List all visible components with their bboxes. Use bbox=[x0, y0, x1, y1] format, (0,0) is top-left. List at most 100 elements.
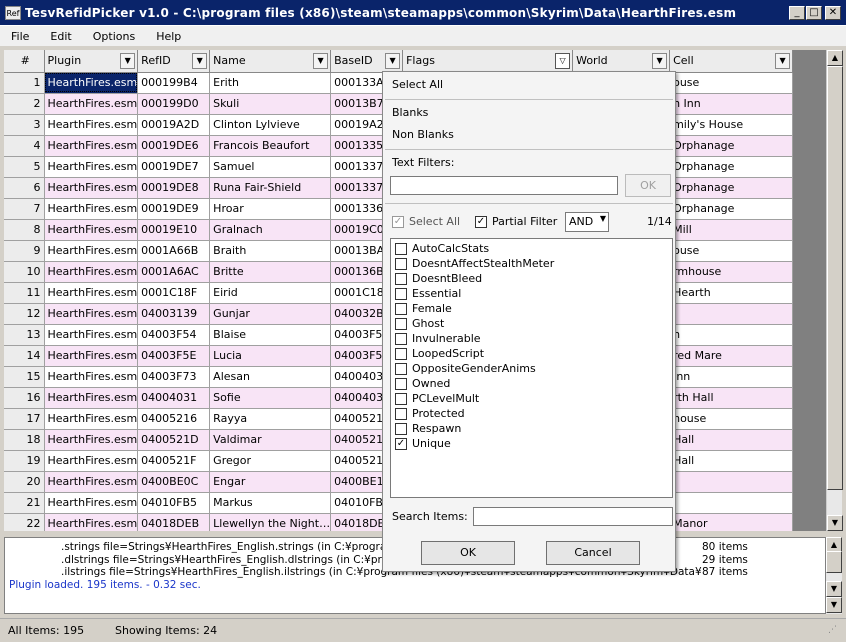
cell-refid[interactable]: 04003F5E bbox=[137, 345, 211, 367]
select-all-checkbox[interactable]: ✓ Select All bbox=[392, 215, 460, 228]
partial-filter-checkbox[interactable]: ✓ Partial Filter bbox=[475, 215, 557, 228]
checkbox-empty-icon[interactable] bbox=[395, 318, 407, 330]
cell-refid[interactable]: 04018DEB bbox=[137, 513, 211, 531]
ok-button[interactable]: OK bbox=[421, 541, 515, 565]
cell-name[interactable]: Engar bbox=[209, 471, 332, 493]
cell-refid[interactable]: 0001A6AC bbox=[137, 261, 211, 283]
cell-refid[interactable]: 0001C18F bbox=[137, 282, 211, 304]
cell-refid[interactable]: 0001A66B bbox=[137, 240, 211, 262]
cell-plugin[interactable]: HearthFires.esm bbox=[44, 240, 139, 262]
scroll-thumb[interactable] bbox=[827, 66, 843, 490]
chevron-down-icon[interactable]: ▼ bbox=[775, 53, 791, 69]
search-items-input[interactable] bbox=[473, 507, 673, 526]
row-number[interactable]: 15 bbox=[4, 366, 45, 388]
row-number[interactable]: 19 bbox=[4, 450, 45, 472]
cell-cell[interactable]: rmhouse bbox=[669, 261, 794, 283]
checkbox-empty-icon[interactable] bbox=[395, 408, 407, 420]
flag-item[interactable]: Essential bbox=[391, 286, 672, 301]
cell-cell[interactable] bbox=[669, 471, 794, 493]
close-button[interactable]: ✕ bbox=[825, 6, 841, 20]
cell-name[interactable]: Llewellyn the Night… bbox=[209, 513, 332, 531]
cell-cell[interactable]: n Inn bbox=[669, 93, 794, 115]
cell-name[interactable]: Eirid bbox=[209, 282, 332, 304]
flag-item[interactable]: OppositeGenderAnims bbox=[391, 361, 672, 376]
cell-name[interactable]: Blaise bbox=[209, 324, 332, 346]
grid-scrollbar[interactable]: ▲ ▼ bbox=[826, 50, 843, 531]
scroll-down-arrow-icon[interactable]: ▼ bbox=[826, 581, 842, 597]
cell-name[interactable]: Sofie bbox=[209, 387, 332, 409]
row-number[interactable]: 9 bbox=[4, 240, 45, 262]
cell-cell[interactable]: Manor bbox=[669, 513, 794, 531]
cell-name[interactable]: Gralnach bbox=[209, 219, 332, 241]
maximize-button[interactable]: □ bbox=[806, 6, 822, 20]
cell-name[interactable]: Lucia bbox=[209, 345, 332, 367]
filter-icon[interactable]: ▽ bbox=[555, 53, 571, 69]
cell-cell[interactable]: Hearth bbox=[669, 282, 794, 304]
menu-edit[interactable]: Edit bbox=[39, 30, 81, 43]
scroll-down-arrow-icon[interactable]: ▼ bbox=[827, 515, 843, 531]
menu-options[interactable]: Options bbox=[82, 30, 145, 43]
cell-plugin[interactable]: HearthFires.esm bbox=[44, 513, 139, 531]
cell-name[interactable]: Gunjar bbox=[209, 303, 332, 325]
filter-blanks[interactable]: Blanks bbox=[392, 106, 428, 119]
cell-plugin[interactable]: HearthFires.esm bbox=[44, 366, 139, 388]
flag-item[interactable]: Respawn bbox=[391, 421, 672, 436]
text-filter-ok-button[interactable]: OK bbox=[625, 174, 671, 197]
cell-refid[interactable]: 0400521D bbox=[137, 429, 211, 451]
cell-name[interactable]: Samuel bbox=[209, 156, 332, 178]
flag-item[interactable]: DoesntAffectStealthMeter bbox=[391, 256, 672, 271]
chevron-down-icon[interactable]: ▼ bbox=[385, 53, 401, 69]
cell-name[interactable]: Braith bbox=[209, 240, 332, 262]
cell-plugin[interactable]: HearthFires.esm bbox=[44, 324, 139, 346]
cell-name[interactable]: Runa Fair-Shield bbox=[209, 177, 332, 199]
cell-refid[interactable]: 04010FB5 bbox=[137, 492, 211, 514]
row-number[interactable]: 17 bbox=[4, 408, 45, 430]
cell-refid[interactable]: 00019DE8 bbox=[137, 177, 211, 199]
resize-grip-icon[interactable]: ⋰ bbox=[828, 625, 837, 635]
minimize-button[interactable]: _ bbox=[789, 6, 805, 20]
operator-select[interactable]: AND ▼ bbox=[565, 212, 609, 232]
row-number[interactable]: 11 bbox=[4, 282, 45, 304]
flag-item[interactable]: ✓ Unique bbox=[391, 436, 672, 451]
cell-name[interactable]: Valdimar bbox=[209, 429, 332, 451]
row-number[interactable]: 22 bbox=[4, 513, 45, 531]
row-number[interactable]: 1 bbox=[4, 72, 45, 94]
cell-name[interactable]: Skuli bbox=[209, 93, 332, 115]
flag-item[interactable]: AutoCalcStats bbox=[391, 241, 672, 256]
col-header-plugin[interactable]: Plugin ▼ bbox=[44, 50, 139, 73]
cell-plugin[interactable]: HearthFires.esm bbox=[44, 156, 139, 178]
checkbox-empty-icon[interactable] bbox=[395, 348, 407, 360]
cell-name[interactable]: Rayya bbox=[209, 408, 332, 430]
chevron-down-icon[interactable]: ▼ bbox=[652, 53, 668, 69]
col-header-world[interactable]: World ▼ bbox=[572, 50, 671, 73]
row-number[interactable]: 16 bbox=[4, 387, 45, 409]
checkbox-empty-icon[interactable] bbox=[395, 288, 407, 300]
cell-plugin[interactable]: HearthFires.esm bbox=[44, 471, 139, 493]
cell-cell[interactable]: Inn bbox=[669, 366, 794, 388]
cell-cell[interactable]: red Mare bbox=[669, 345, 794, 367]
cell-refid[interactable]: 04005216 bbox=[137, 408, 211, 430]
cell-name[interactable]: Gregor bbox=[209, 450, 332, 472]
cell-refid[interactable]: 000199D0 bbox=[137, 93, 211, 115]
cell-plugin[interactable]: HearthFires.esm bbox=[44, 261, 139, 283]
cell-plugin[interactable]: HearthFires.esm bbox=[44, 114, 139, 136]
cell-name[interactable]: Alesan bbox=[209, 366, 332, 388]
filter-select-all[interactable]: Select All bbox=[392, 78, 443, 91]
row-number[interactable]: 18 bbox=[4, 429, 45, 451]
flag-item[interactable]: Owned bbox=[391, 376, 672, 391]
cell-name[interactable]: Markus bbox=[209, 492, 332, 514]
cell-cell[interactable] bbox=[669, 492, 794, 514]
chevron-down-icon[interactable]: ▼ bbox=[313, 53, 329, 69]
cell-refid[interactable]: 04003139 bbox=[137, 303, 211, 325]
col-header-baseid[interactable]: BaseID ▼ bbox=[330, 50, 404, 73]
row-number[interactable]: 14 bbox=[4, 345, 45, 367]
cell-plugin[interactable]: HearthFires.esm bbox=[44, 450, 139, 472]
cell-plugin[interactable]: HearthFires.esm bbox=[44, 282, 139, 304]
checkbox-empty-icon[interactable] bbox=[395, 273, 407, 285]
col-header-cell[interactable]: Cell ▼ bbox=[669, 50, 794, 73]
cell-refid[interactable]: 04003F73 bbox=[137, 366, 211, 388]
cell-plugin[interactable]: HearthFires.esm bbox=[44, 135, 139, 157]
col-header-flags[interactable]: Flags ▽ bbox=[402, 50, 574, 73]
cell-plugin[interactable]: HearthFires.esm bbox=[44, 387, 139, 409]
cell-plugin[interactable]: HearthFires.esm bbox=[44, 219, 139, 241]
